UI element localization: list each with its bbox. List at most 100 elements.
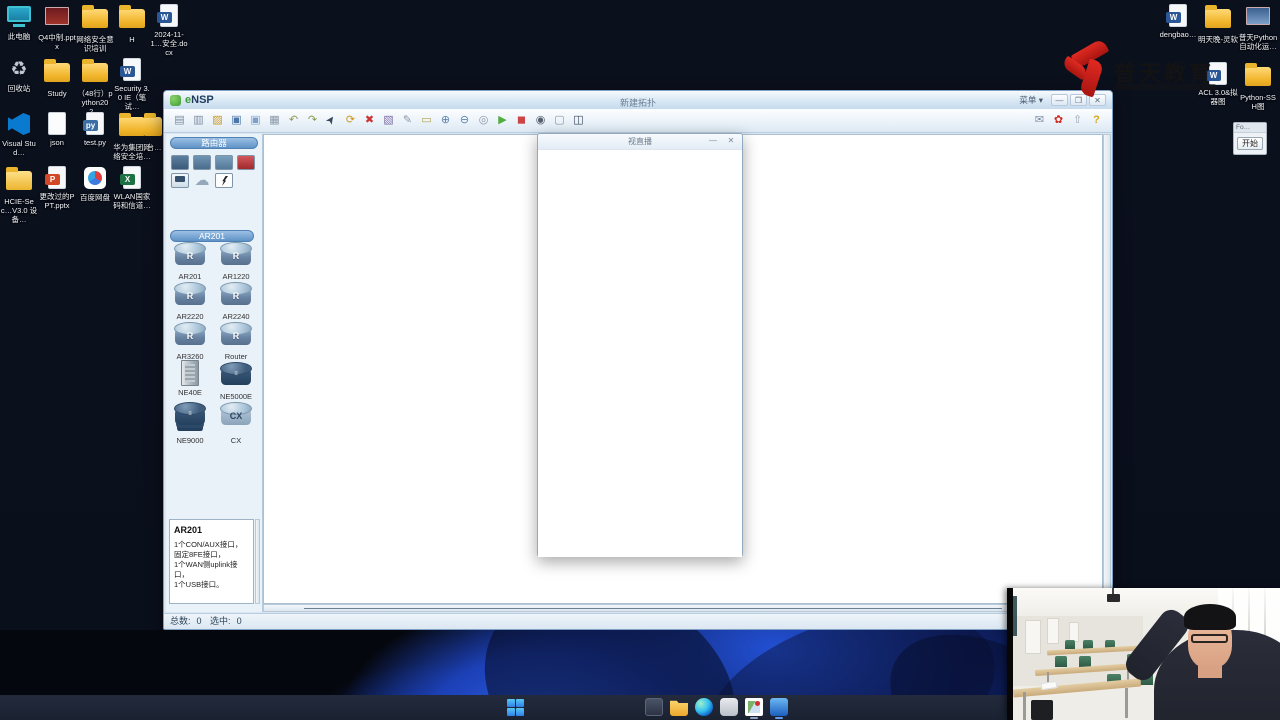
packet-capture-icon[interactable] [531, 112, 550, 129]
start-button[interactable]: 开始 [1237, 137, 1263, 150]
router-icon: R [174, 242, 206, 265]
ppt-thumbnail-icon [44, 7, 70, 31]
canvas-vertical-scrollbar[interactable] [1103, 134, 1111, 604]
file-explorer-icon[interactable] [670, 700, 688, 716]
desktop-icon-folder[interactable]: Study [38, 58, 76, 98]
desktop-icon-ppt[interactable]: P 更改过的PPT.pptx [38, 166, 76, 210]
switch-category-icon[interactable] [193, 155, 211, 170]
huawei-icon[interactable] [1049, 112, 1068, 129]
print-icon[interactable] [265, 112, 284, 129]
forum-icon[interactable] [1030, 112, 1049, 129]
device-ar201[interactable]: R AR201 [168, 242, 212, 281]
canvas-snapshot-icon[interactable] [569, 112, 588, 129]
help-icon[interactable] [1087, 112, 1106, 129]
vscode-icon [6, 113, 32, 137]
desktop-icon-folder[interactable]: H [113, 4, 151, 44]
desktop-icon-folder[interactable]: 明天晚-灵软 [1198, 4, 1238, 44]
device-description: AR201 1个CON/AUX接口， 固定8FE接口， 1个WAN侧uplink… [169, 519, 254, 604]
edge-browser-icon[interactable] [695, 698, 713, 716]
select-icon[interactable] [319, 108, 344, 133]
desktop-icon-image[interactable]: 普天Python自动化运… [1238, 4, 1278, 51]
desktop-icon-folder[interactable]: HCIE-Sec…V3.0 设备… [0, 166, 38, 224]
save-icon[interactable] [227, 112, 246, 129]
dialog-minimize-button[interactable]: — [706, 136, 720, 147]
device-ar3260[interactable]: R AR3260 [168, 322, 212, 361]
annotation-icon[interactable] [398, 112, 417, 129]
description-scrollbar[interactable] [255, 519, 260, 604]
zoom-in-icon[interactable] [436, 112, 455, 129]
folder-icon [119, 5, 145, 33]
redo-icon[interactable] [303, 112, 322, 129]
other-device-category-icon[interactable]: ☁ [193, 173, 211, 188]
desktop-icon-json[interactable]: json [38, 112, 76, 147]
menu-button[interactable]: 菜单 ▾ [1019, 94, 1043, 106]
task-view-icon[interactable] [645, 698, 663, 716]
device-ar1220[interactable]: R AR1220 [214, 242, 258, 281]
device-cx[interactable]: CX CX [214, 402, 258, 445]
live-stream-dialog: 视直播 — ✕ [537, 133, 743, 557]
palette-icon[interactable] [379, 112, 398, 129]
device-ne5000e[interactable]: ≡ NE5000E [214, 362, 258, 401]
desktop-icon-word[interactable]: W Security 3.0 IE（笔试… [113, 58, 151, 111]
device-router[interactable]: R Router [214, 322, 258, 361]
device-ne9000[interactable]: ≡ NE9000 [168, 402, 212, 445]
folder-icon [82, 5, 108, 33]
folder-icon [82, 59, 108, 87]
router-icon: R [174, 322, 206, 345]
desktop-icon-folder-partial[interactable]: 台… [144, 112, 164, 152]
terminal-category-icon[interactable] [171, 173, 189, 188]
desktop-icon-python-file[interactable]: py test.py [76, 112, 114, 147]
new-topology-icon[interactable] [170, 112, 189, 129]
zoom-out-icon[interactable] [455, 112, 474, 129]
word-doc-icon: W [156, 4, 182, 28]
dialog-titlebar[interactable]: 视直播 — ✕ [538, 134, 742, 150]
desktop-icon-recycle-bin[interactable]: ♻ 回收站 [0, 58, 38, 93]
router-category-icon[interactable] [171, 155, 189, 170]
desktop-icon-baidu-netdisk[interactable]: 百度网盘 [76, 166, 114, 202]
wlan-category-icon[interactable] [215, 155, 233, 170]
stop-devices-icon[interactable] [512, 112, 531, 129]
firewall-category-icon[interactable] [237, 155, 255, 170]
update-icon[interactable] [1068, 112, 1087, 129]
start-devices-icon[interactable] [493, 112, 512, 129]
open-icon[interactable] [208, 112, 227, 129]
delete-icon[interactable] [360, 112, 379, 129]
app-icon-blue[interactable] [770, 698, 788, 716]
desktop-icon-this-pc[interactable]: 此电脑 [0, 4, 38, 41]
folder-icon [119, 113, 145, 141]
save-as-icon[interactable] [246, 112, 265, 129]
device-ne40e[interactable]: NE40E [168, 360, 212, 397]
zoom-reset-icon[interactable] [474, 112, 493, 129]
chassis-icon [181, 360, 199, 386]
person-glasses [1191, 634, 1228, 643]
desktop-icon-word[interactable]: W 2024-11-1…安全.docx [150, 4, 188, 57]
screenshot-tool-icon[interactable] [745, 698, 763, 716]
canvas-horizontal-scrollbar[interactable] [263, 604, 1103, 612]
folder-icon [6, 167, 32, 195]
device-ar2240[interactable]: R AR2240 [214, 282, 258, 321]
start-button[interactable] [506, 698, 524, 716]
undo-icon[interactable] [284, 112, 303, 129]
dialog-close-button[interactable]: ✕ [724, 136, 738, 147]
router-icon: R [220, 242, 252, 265]
mini-recorder-window[interactable]: Fo… 开始 [1233, 122, 1267, 155]
new-exam-icon[interactable] [189, 112, 208, 129]
device-description-title: AR201 [174, 525, 203, 535]
desktop-icon-vscode[interactable]: Visual Stud… [0, 112, 38, 157]
desktop-icon-excel[interactable]: X WLAN国家码和信道… [113, 166, 151, 210]
device-connection-category-icon[interactable] [215, 173, 233, 188]
blank-canvas-icon[interactable] [550, 112, 569, 129]
stream-watermark: 普天教育 [1050, 38, 1225, 102]
ensp-titlebar[interactable]: eNSP 新建拓扑 菜单 ▾ — ❐ ✕ [164, 91, 1112, 109]
desktop-icon-folder[interactable]: 网络安全意识培训 [76, 4, 114, 53]
rotate-icon[interactable] [341, 112, 360, 129]
router-icon: R [174, 282, 206, 305]
desktop-icon-word[interactable]: W dengbao… [1158, 4, 1198, 39]
desktop-icon-folder[interactable]: （48行）python202… [76, 58, 114, 116]
router-icon: R [220, 282, 252, 305]
app-icon-gray[interactable] [720, 698, 738, 716]
desktop-icon-folder[interactable]: Python-SSH图 [1238, 62, 1278, 111]
text-box-icon[interactable] [417, 112, 436, 129]
device-ar2220[interactable]: R AR2220 [168, 282, 212, 321]
desktop-icon-pptx[interactable]: Q4中制.pptx [38, 4, 76, 51]
